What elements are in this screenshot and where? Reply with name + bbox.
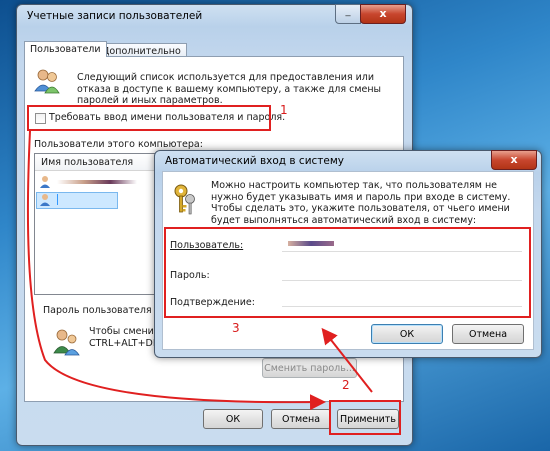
tab-users[interactable]: Пользователи [24,41,107,57]
annotation-arrows [26,130,373,411]
